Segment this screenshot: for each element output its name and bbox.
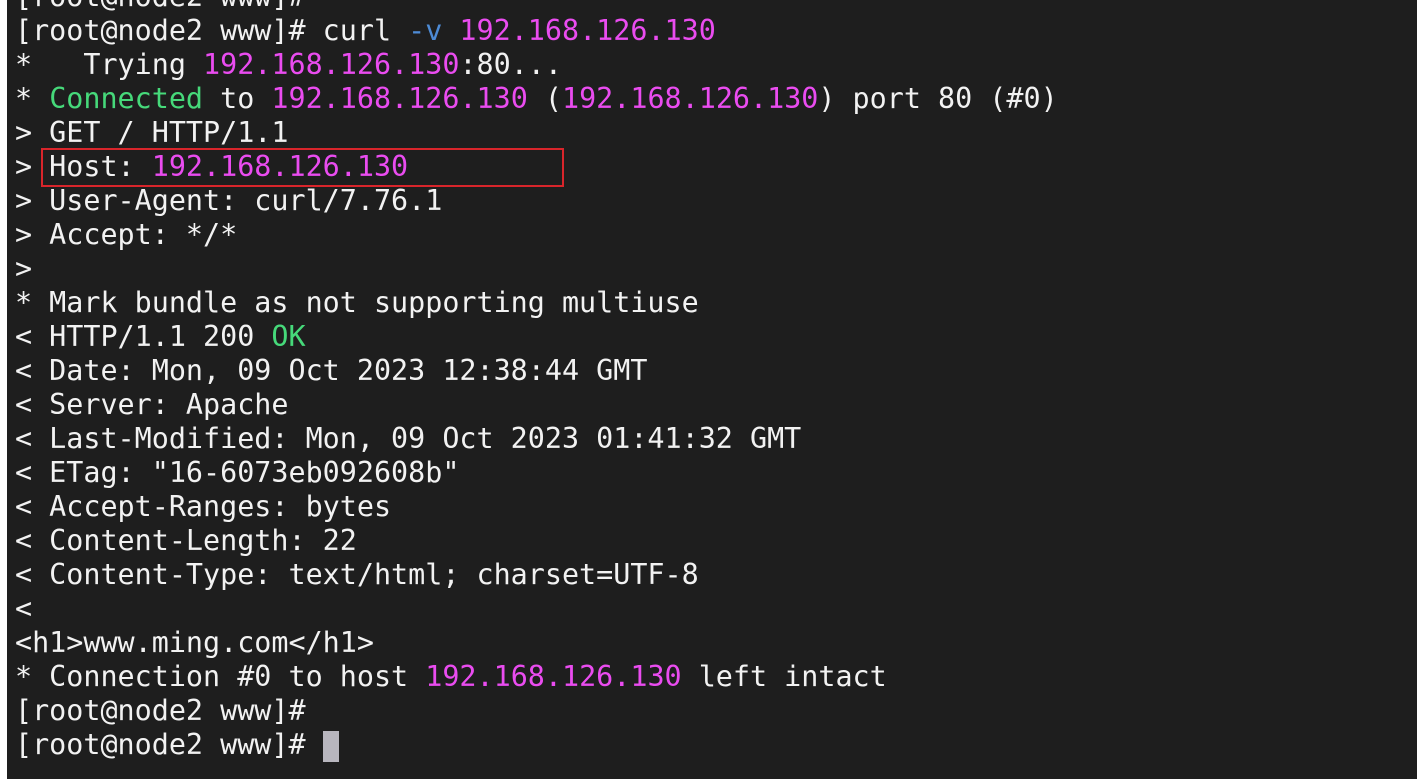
terminal-text: < xyxy=(15,592,33,625)
terminal-line: < Content-Type: text/html; charset=UTF-8 xyxy=(15,558,1058,592)
terminal-cursor xyxy=(322,730,339,762)
terminal-text: 192.168.126.130 xyxy=(203,48,460,81)
terminal-line: [root@node2 www]# curl -v 192.168.126.13… xyxy=(15,14,1058,48)
terminal-line: * Connected to 192.168.126.130 (192.168.… xyxy=(15,82,1058,116)
terminal-text: 192.168.126.130 xyxy=(425,660,682,693)
terminal-line: [root@node2 www]# xyxy=(15,728,1058,762)
terminal-text: [root@node2 www]# xyxy=(15,728,323,761)
terminal-text: * Connection #0 to host xyxy=(15,660,426,693)
terminal-text: < ETag: "16-6073eb092608b" xyxy=(15,456,460,489)
terminal-text: * Mark bundle as not supporting multiuse xyxy=(15,286,699,319)
terminal-text: < Content-Type: text/html; charset=UTF-8 xyxy=(15,558,699,591)
terminal-line: < Content-Length: 22 xyxy=(15,524,1058,558)
terminal-text: OK xyxy=(271,320,306,353)
terminal-text: ( xyxy=(527,82,562,115)
terminal-text: < Date: Mon, 09 Oct 2023 12:38:44 GMT xyxy=(15,354,648,387)
terminal-text: < Content-Length: 22 xyxy=(15,524,357,557)
terminal-text: left intact xyxy=(681,660,887,693)
terminal-line: <h1>www.ming.com</h1> xyxy=(15,626,1058,660)
terminal-text: 192.168.126.130 xyxy=(271,82,528,115)
terminal-line: < Date: Mon, 09 Oct 2023 12:38:44 GMT xyxy=(15,354,1058,388)
terminal-text: < Last-Modified: Mon, 09 Oct 2023 01:41:… xyxy=(15,422,802,455)
terminal-text: * Trying xyxy=(15,48,204,81)
terminal-line: < ETag: "16-6073eb092608b" xyxy=(15,456,1058,490)
terminal-text: > User-Agent: curl/7.76.1 xyxy=(15,184,443,217)
terminal-text: -v xyxy=(408,14,443,47)
terminal-line: > User-Agent: curl/7.76.1 xyxy=(15,184,1058,218)
terminal-text: > Accept: */* xyxy=(15,218,238,251)
terminal-text: [root@node2 www]# curl xyxy=(15,14,409,47)
terminal-text: Connected xyxy=(49,82,204,115)
terminal-line: > Host: 192.168.126.130 xyxy=(15,150,1058,184)
terminal-text: < Accept-Ranges: bytes xyxy=(15,490,392,523)
terminal-text: 192.168.126.130 xyxy=(561,82,819,115)
terminal-line: * Connection #0 to host 192.168.126.130 … xyxy=(15,660,1058,694)
terminal-line: < xyxy=(15,592,1058,626)
terminal-line: [root@node2 www]# xyxy=(15,0,1058,14)
terminal-output: [root@node2 www]#[root@node2 www]# curl … xyxy=(15,0,1058,762)
terminal-text: < Server: Apache xyxy=(15,388,289,421)
terminal-text: 192.168.126.130 xyxy=(151,150,409,183)
terminal-text: ) port 80 (#0) xyxy=(818,82,1058,115)
terminal-text: [root@node2 www]# xyxy=(15,694,306,727)
terminal-window[interactable]: [root@node2 www]#[root@node2 www]# curl … xyxy=(7,0,1417,779)
terminal-line: > GET / HTTP/1.1 xyxy=(15,116,1058,150)
terminal-line: [root@node2 www]# xyxy=(15,694,1058,728)
terminal-line: < Last-Modified: Mon, 09 Oct 2023 01:41:… xyxy=(15,422,1058,456)
terminal-line: < Server: Apache xyxy=(15,388,1058,422)
terminal-text: [root@node2 www]# xyxy=(15,0,306,13)
terminal-text: 192.168.126.130 xyxy=(459,14,716,47)
terminal-text: > GET / HTTP/1.1 xyxy=(15,116,289,149)
terminal-text: <h1>www.ming.com</h1> xyxy=(15,626,374,659)
terminal-line: > xyxy=(15,252,1058,286)
terminal-text: :80... xyxy=(459,48,562,81)
terminal-text: * xyxy=(15,82,50,115)
terminal-line: < Accept-Ranges: bytes xyxy=(15,490,1058,524)
terminal-text: > Host: xyxy=(15,150,152,183)
terminal-line: < HTTP/1.1 200 OK xyxy=(15,320,1058,354)
terminal-line: * Trying 192.168.126.130:80... xyxy=(15,48,1058,82)
terminal-text: > xyxy=(15,252,33,285)
terminal-line: > Accept: */* xyxy=(15,218,1058,252)
terminal-line: * Mark bundle as not supporting multiuse xyxy=(15,286,1058,320)
terminal-text: < HTTP/1.1 200 xyxy=(15,320,272,353)
terminal-text: to xyxy=(203,82,272,115)
